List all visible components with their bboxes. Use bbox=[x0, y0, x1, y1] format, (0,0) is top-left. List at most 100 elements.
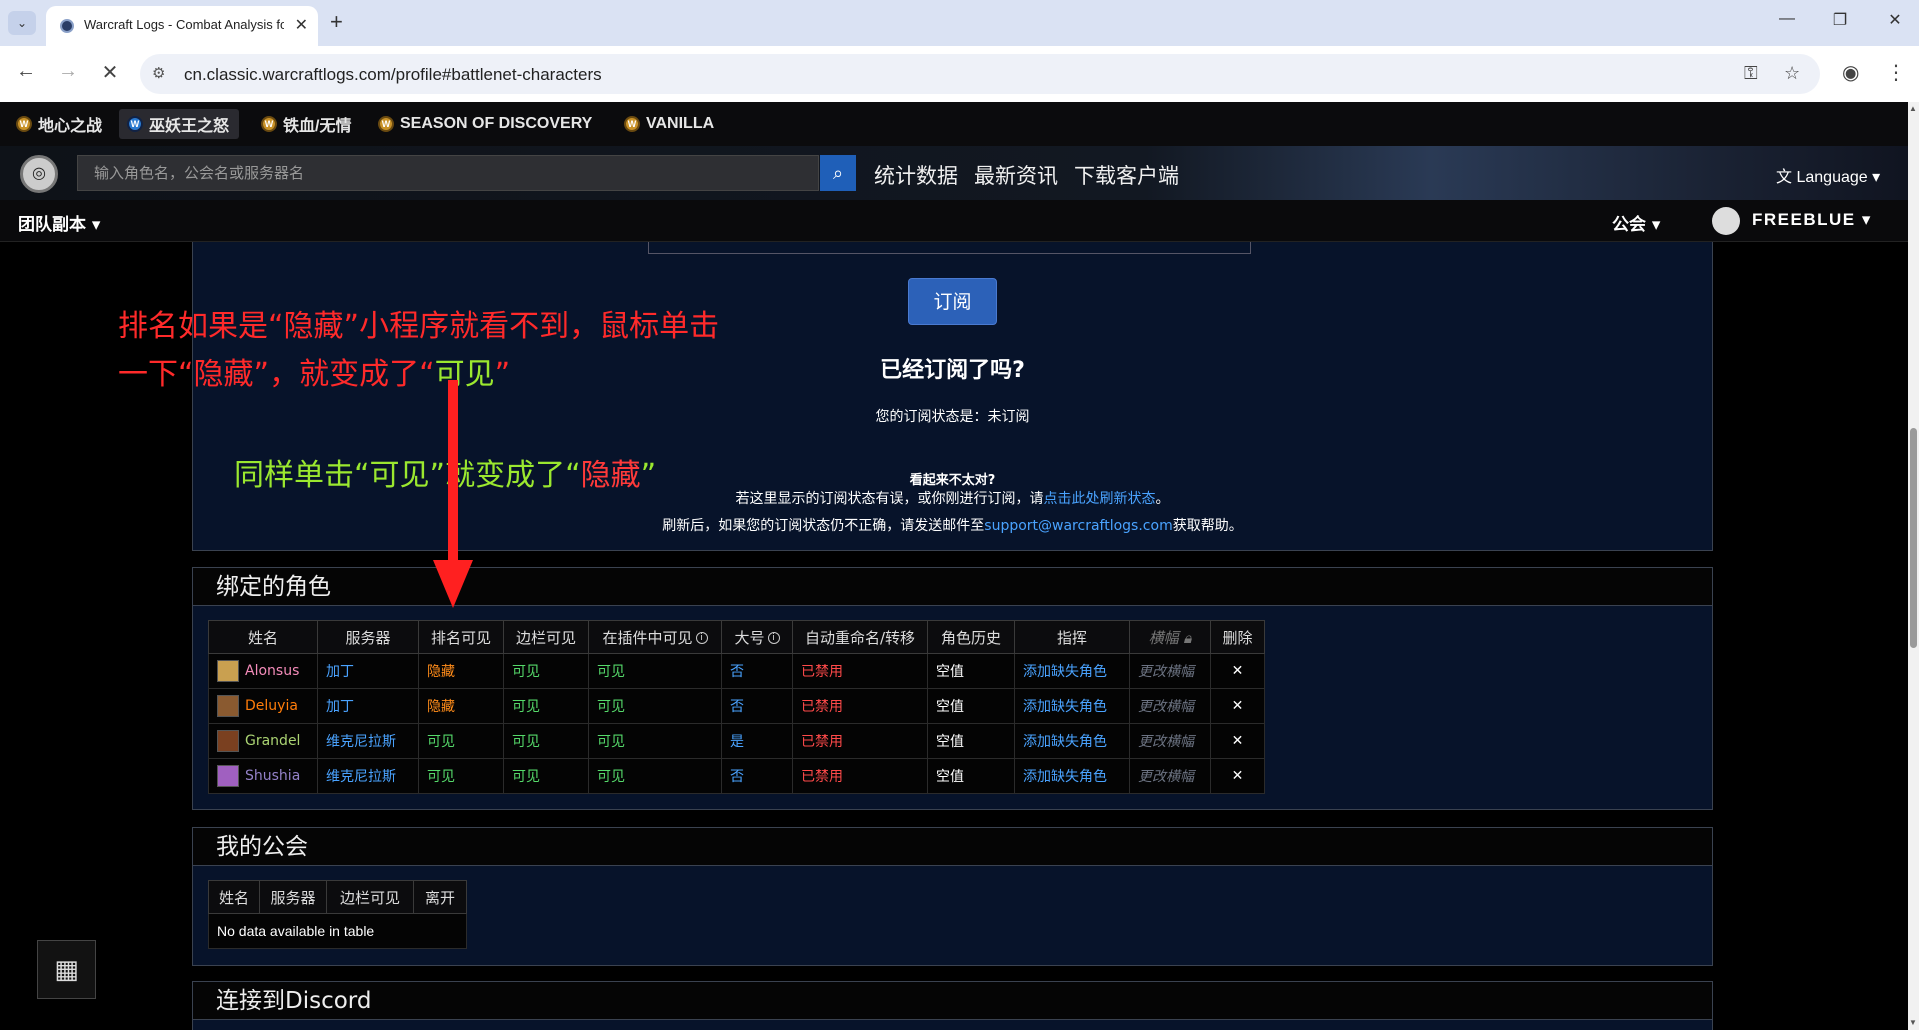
rank-visibility-toggle[interactable]: 隐藏 bbox=[418, 653, 504, 689]
add-missing-character-link[interactable]: 添加缺失角色 bbox=[1014, 688, 1130, 724]
info-icon[interactable]: i bbox=[695, 632, 708, 644]
nav-news[interactable]: 最新资讯 bbox=[974, 160, 1058, 190]
address-bar[interactable]: ⚙ cn.classic.warcraftlogs.com/profile#ba… bbox=[140, 54, 1820, 94]
col-guild-leave[interactable]: 离开 bbox=[413, 880, 467, 914]
scroll-up-arrow-icon[interactable]: ▲ bbox=[1909, 104, 1917, 113]
nav-statistics[interactable]: 统计数据 bbox=[874, 160, 958, 190]
sidebar-visibility-toggle[interactable]: 可见 bbox=[503, 653, 589, 689]
character-name-cell[interactable]: Grandel bbox=[208, 723, 318, 759]
url-text[interactable]: cn.classic.warcraftlogs.com/profile#batt… bbox=[184, 65, 602, 85]
scroll-down-arrow-icon[interactable]: ▼ bbox=[1909, 1018, 1917, 1027]
delete-icon[interactable]: ✕ bbox=[1210, 723, 1265, 759]
character-name[interactable]: Alonsus bbox=[245, 663, 299, 679]
col-delete[interactable]: 删除 bbox=[1210, 620, 1265, 654]
addon-visibility-toggle[interactable]: 可见 bbox=[588, 653, 722, 689]
subscribe-button[interactable]: 订阅 bbox=[908, 278, 997, 325]
col-banner[interactable]: 横幅 🔒︎ bbox=[1129, 620, 1211, 654]
delete-icon[interactable]: ✕ bbox=[1210, 758, 1265, 794]
change-banner-link[interactable]: 更改横幅 bbox=[1129, 723, 1211, 759]
server-link[interactable]: 维克尼拉斯 bbox=[317, 723, 419, 759]
refresh-status-link[interactable]: 点击此处刷新状态 bbox=[1044, 491, 1156, 507]
new-tab-plus-icon[interactable]: + bbox=[330, 9, 343, 35]
info-icon[interactable]: i bbox=[767, 632, 780, 644]
restore-icon[interactable]: ❐ bbox=[1825, 10, 1855, 30]
server-link[interactable]: 加丁 bbox=[317, 653, 419, 689]
menu-dots-icon[interactable]: ⋮ bbox=[1886, 60, 1906, 85]
sidebar-visibility-toggle[interactable]: 可见 bbox=[503, 688, 589, 724]
rank-visibility-toggle[interactable]: 隐藏 bbox=[418, 688, 504, 724]
server-link[interactable]: 加丁 bbox=[317, 688, 419, 724]
col-sidebar-visible[interactable]: 边栏可见 bbox=[503, 620, 589, 654]
auto-rename-toggle[interactable]: 已禁用 bbox=[792, 688, 928, 724]
main-toggle[interactable]: 否 bbox=[721, 758, 793, 794]
scrollbar-thumb[interactable] bbox=[1910, 428, 1917, 648]
forward-arrow-icon[interactable]: → bbox=[54, 60, 82, 83]
guild-dropdown[interactable]: 公会 ▾ bbox=[1612, 210, 1660, 235]
change-banner-link[interactable]: 更改横幅 bbox=[1129, 758, 1211, 794]
password-key-icon[interactable]: ⚿ bbox=[1744, 63, 1758, 84]
sidebar-visibility-toggle[interactable]: 可见 bbox=[503, 758, 589, 794]
col-main[interactable]: 大号 i bbox=[721, 620, 793, 654]
character-name-cell[interactable]: Deluyia bbox=[208, 688, 318, 724]
change-banner-link[interactable]: 更改横幅 bbox=[1129, 653, 1211, 689]
sidebar-visibility-toggle[interactable]: 可见 bbox=[503, 723, 589, 759]
stop-loading-icon[interactable]: ✕ bbox=[96, 60, 124, 85]
browser-tab-active[interactable]: Warcraft Logs - Combat Analysis fo ✕ bbox=[46, 6, 318, 46]
main-toggle[interactable]: 否 bbox=[721, 688, 793, 724]
auto-rename-toggle[interactable]: 已禁用 bbox=[792, 758, 928, 794]
bookmark-star-icon[interactable]: ☆ bbox=[1784, 63, 1800, 84]
addon-visibility-toggle[interactable]: 可见 bbox=[588, 688, 722, 724]
col-rank-visible[interactable]: 排名可见 bbox=[418, 620, 504, 654]
nav-download-client[interactable]: 下载客户端 bbox=[1074, 160, 1179, 190]
add-missing-character-link[interactable]: 添加缺失角色 bbox=[1014, 723, 1130, 759]
col-auto-rename[interactable]: 自动重命名/转移 bbox=[792, 620, 928, 654]
col-guild-sidebar[interactable]: 边栏可见 bbox=[326, 880, 414, 914]
site-info-icon[interactable]: ⚙ bbox=[152, 64, 165, 82]
game-tab-sod[interactable]: W SEASON OF DISCOVERY bbox=[370, 109, 602, 139]
character-name[interactable]: Grandel bbox=[245, 733, 300, 749]
col-lead[interactable]: 指挥 bbox=[1014, 620, 1130, 654]
delete-icon[interactable]: ✕ bbox=[1210, 653, 1265, 689]
auto-rename-toggle[interactable]: 已禁用 bbox=[792, 653, 928, 689]
add-missing-character-link[interactable]: 添加缺失角色 bbox=[1014, 758, 1130, 794]
col-guild-name[interactable]: 姓名 bbox=[208, 880, 260, 914]
user-menu[interactable]: FREEBLUE ▾ bbox=[1752, 210, 1872, 230]
raids-dropdown[interactable]: 团队副本 ▾ bbox=[18, 210, 100, 235]
language-button[interactable]: 文 Language ▾ bbox=[1776, 163, 1880, 187]
col-history[interactable]: 角色历史 bbox=[927, 620, 1015, 654]
warcraftlogs-logo-icon[interactable]: ◎ bbox=[20, 155, 58, 193]
character-name-cell[interactable]: Shushia bbox=[208, 758, 318, 794]
character-name[interactable]: Shushia bbox=[245, 768, 300, 784]
game-tab-wotlk[interactable]: W 巫妖王之怒 bbox=[119, 109, 240, 139]
search-input[interactable]: 输入角色名，公会名或服务器名 bbox=[77, 155, 819, 191]
rank-visibility-toggle[interactable]: 可见 bbox=[418, 723, 504, 759]
back-arrow-icon[interactable]: ← bbox=[12, 60, 40, 83]
server-link[interactable]: 维克尼拉斯 bbox=[317, 758, 419, 794]
window-close-icon[interactable]: ✕ bbox=[1880, 10, 1910, 30]
qr-code-icon[interactable]: ▦ bbox=[37, 940, 96, 999]
delete-icon[interactable]: ✕ bbox=[1210, 688, 1265, 724]
col-guild-server[interactable]: 服务器 bbox=[259, 880, 327, 914]
col-addon-visible[interactable]: 在插件中可见 i bbox=[588, 620, 722, 654]
character-name-cell[interactable]: Alonsus bbox=[208, 653, 318, 689]
support-email-link[interactable]: support@warcraftlogs.com bbox=[984, 518, 1172, 534]
profile-icon[interactable]: ◉ bbox=[1842, 60, 1859, 85]
add-missing-character-link[interactable]: 添加缺失角色 bbox=[1014, 653, 1130, 689]
col-server[interactable]: 服务器 bbox=[317, 620, 419, 654]
change-banner-link[interactable]: 更改横幅 bbox=[1129, 688, 1211, 724]
addon-visibility-toggle[interactable]: 可见 bbox=[588, 758, 722, 794]
tab-close-icon[interactable]: ✕ bbox=[295, 15, 308, 35]
col-name[interactable]: 姓名 bbox=[208, 620, 318, 654]
auto-rename-toggle[interactable]: 已禁用 bbox=[792, 723, 928, 759]
rank-visibility-toggle[interactable]: 可见 bbox=[418, 758, 504, 794]
user-avatar[interactable] bbox=[1712, 207, 1740, 235]
minimize-icon[interactable]: — bbox=[1772, 10, 1802, 28]
game-tab-vanilla[interactable]: W VANILLA bbox=[616, 109, 724, 139]
tab-list-chevron-icon[interactable]: ⌄ bbox=[8, 11, 36, 35]
search-icon[interactable]: ⌕ bbox=[820, 155, 856, 191]
game-tab-cata[interactable]: W 铁血/无情 bbox=[253, 109, 361, 139]
game-tab-the-war-within[interactable]: W 地心之战 bbox=[8, 109, 112, 139]
main-toggle[interactable]: 否 bbox=[721, 653, 793, 689]
main-toggle[interactable]: 是 bbox=[721, 723, 793, 759]
addon-visibility-toggle[interactable]: 可见 bbox=[588, 723, 722, 759]
